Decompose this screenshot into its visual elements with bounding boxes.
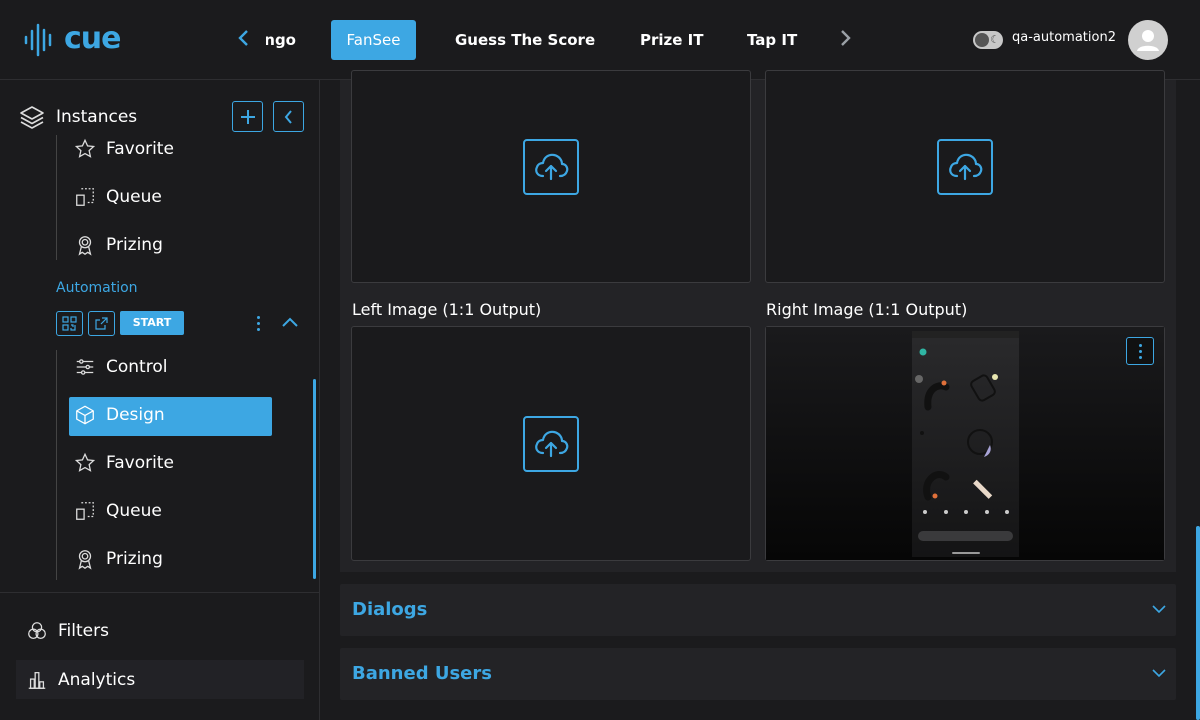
layers-icon [20, 106, 44, 129]
dot-icon [1138, 349, 1142, 353]
award-icon [78, 550, 92, 570]
sidebar: Instances Favorite Queue Prizing Automat… [0, 80, 320, 720]
star-icon [74, 452, 96, 472]
main-content: Left Image (1:1 Output) Right Image (1:1… [320, 70, 1200, 720]
instances-header: Instances [18, 104, 137, 130]
queue-icon [76, 502, 94, 520]
chevron-right-icon [841, 30, 851, 46]
banned-users-accordion[interactable]: Banned Users [340, 648, 1176, 700]
analytics-icon [28, 671, 46, 689]
star-icon [74, 138, 96, 158]
cloud-upload-icon [535, 430, 569, 458]
sliders-icon [76, 359, 94, 375]
plus-icon [240, 109, 255, 124]
collapse-automation-button[interactable] [280, 314, 300, 334]
sidebar-item-prizing[interactable]: Prizing [74, 548, 163, 570]
upload-button[interactable] [523, 416, 579, 472]
sidebar-scrollbar[interactable] [313, 379, 316, 579]
sidebar-item-favorite[interactable]: Favorite [74, 452, 174, 474]
tree-line [56, 350, 57, 580]
main-scrollbar[interactable] [1196, 526, 1200, 720]
chevron-down-icon [1150, 665, 1168, 684]
cloud-upload-icon [535, 153, 569, 181]
upload-button[interactable] [523, 139, 579, 195]
sidebar-item-control[interactable]: Control [74, 356, 167, 378]
tab-guess-the-score[interactable]: Guess The Score [455, 20, 595, 60]
avatar[interactable] [1128, 20, 1168, 60]
automation-section-label: Automation [56, 280, 138, 296]
sidebar-item-label: Control [106, 357, 168, 377]
moon-icon: ☾ [990, 33, 1000, 46]
tab-partial[interactable]: ngo [266, 20, 296, 60]
sidebar-item-analytics[interactable]: Analytics [16, 660, 304, 699]
image-options-button[interactable] [1126, 337, 1154, 365]
cloud-upload-icon [949, 153, 983, 181]
logo-text: cue [64, 20, 121, 56]
sidebar-item-label: Prizing [106, 235, 163, 255]
dot-icon [1138, 343, 1142, 347]
tabs-scroll-right-button[interactable] [835, 28, 855, 52]
dot-icon [1138, 355, 1142, 359]
sidebar-item-label: Filters [58, 620, 109, 641]
sidebar-divider [0, 592, 320, 593]
top-bar: cue ngo FanSee Guess The Score Prize IT … [0, 0, 1200, 80]
phone-screenshot-image [766, 327, 1164, 560]
start-button[interactable]: START [120, 311, 184, 335]
design-panel: Left Image (1:1 Output) Right Image (1:1… [340, 70, 1176, 572]
filters-icon [28, 621, 46, 639]
upload-dropzone[interactable] [351, 70, 751, 283]
left-image-dropzone[interactable] [351, 326, 751, 561]
left-image-label: Left Image (1:1 Output) [352, 300, 542, 319]
sidebar-item-label: Analytics [58, 669, 136, 690]
sidebar-item-queue-upper[interactable]: Queue [74, 186, 162, 208]
award-icon [78, 236, 92, 256]
accordion-title: Banned Users [352, 663, 492, 684]
sidebar-item-label: Design [106, 405, 165, 425]
toggle-knob [975, 33, 989, 47]
soundwave-icon [24, 23, 52, 57]
dialogs-accordion[interactable]: Dialogs [340, 584, 1176, 636]
sidebar-item-filters[interactable]: Filters [16, 611, 304, 650]
logo[interactable]: cue [22, 20, 121, 58]
tree-line [56, 135, 57, 260]
automation-menu-button[interactable] [250, 312, 266, 334]
chevron-left-icon [284, 109, 292, 124]
tabs-scroll-left-button[interactable] [234, 28, 254, 52]
sidebar-item-label: Favorite [106, 139, 174, 159]
chevron-up-icon [282, 317, 298, 327]
dot-icon [256, 321, 260, 325]
cube-icon [76, 405, 94, 425]
sidebar-item-label: Queue [106, 501, 162, 521]
tab-prize-it[interactable]: Prize IT [640, 20, 703, 60]
tab-fansee[interactable]: FanSee [331, 20, 416, 60]
queue-icon [76, 188, 94, 206]
dot-icon [256, 327, 260, 331]
sidebar-item-label: Prizing [106, 549, 163, 569]
upload-dropzone[interactable] [765, 70, 1165, 283]
accordion-title: Dialogs [352, 599, 428, 620]
upload-button[interactable] [937, 139, 993, 195]
chevron-down-icon [1150, 601, 1168, 620]
instances-label: Instances [56, 107, 138, 127]
right-image-label: Right Image (1:1 Output) [766, 300, 968, 319]
tab-tap-it[interactable]: Tap IT [747, 20, 797, 60]
right-image-preview[interactable] [765, 326, 1165, 561]
add-instance-button[interactable] [232, 101, 263, 132]
sidebar-item-design[interactable]: Design [74, 404, 165, 426]
dot-icon [256, 315, 260, 319]
sidebar-item-label: Favorite [106, 453, 174, 473]
open-external-button[interactable] [88, 311, 115, 336]
sidebar-item-queue[interactable]: Queue [74, 500, 162, 522]
theme-toggle[interactable]: ☾ [973, 31, 1003, 49]
qr-code-button[interactable] [56, 311, 83, 336]
qr-code-icon [62, 316, 77, 331]
sidebar-item-favorite-upper[interactable]: Favorite [74, 138, 174, 160]
user-icon [1137, 30, 1159, 51]
chevron-left-icon [238, 30, 248, 46]
sidebar-item-prizing-upper[interactable]: Prizing [74, 234, 163, 256]
external-link-icon [95, 317, 108, 330]
username: qa-automation2 [1012, 30, 1116, 45]
sidebar-item-label: Queue [106, 187, 162, 207]
collapse-sidebar-button[interactable] [273, 101, 304, 132]
